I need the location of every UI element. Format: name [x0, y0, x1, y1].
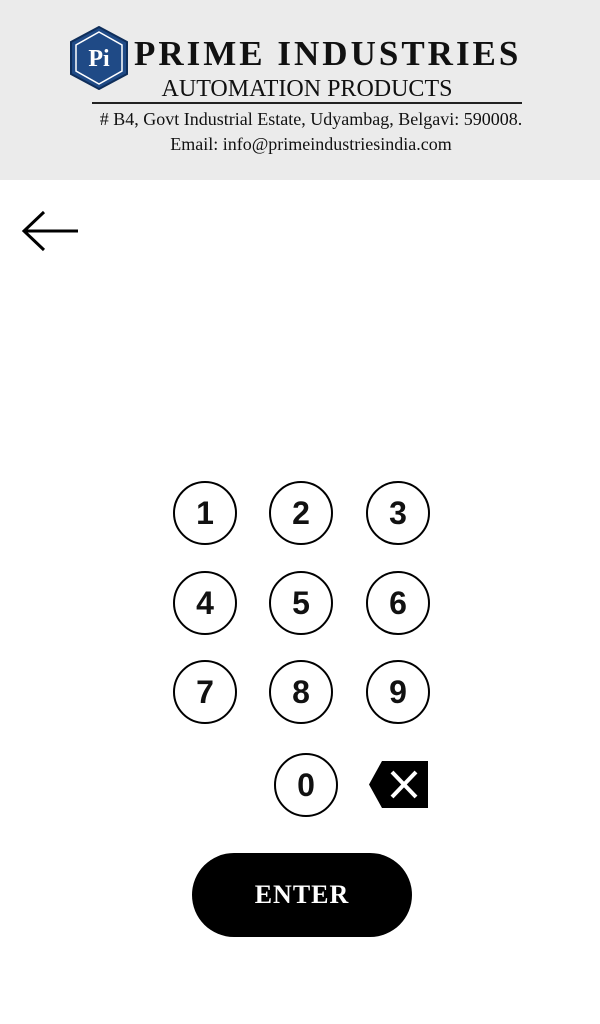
key-7[interactable]: 7	[173, 660, 237, 724]
backspace-icon	[369, 761, 428, 808]
back-button[interactable]	[20, 206, 82, 256]
company-name: PRIME INDUSTRIES	[134, 34, 522, 73]
key-9[interactable]: 9	[366, 660, 430, 724]
backspace-button[interactable]	[368, 760, 430, 810]
arrow-left-icon	[21, 210, 78, 252]
company-address: # B4, Govt Industrial Estate, Udyambag, …	[99, 109, 523, 129]
enter-button[interactable]: ENTER	[192, 853, 412, 937]
key-6[interactable]: 6	[366, 571, 430, 635]
key-5[interactable]: 5	[269, 571, 333, 635]
key-8[interactable]: 8	[269, 660, 333, 724]
key-1[interactable]: 1	[173, 481, 237, 545]
logo-text: Pi	[88, 46, 110, 72]
app-header: Pi PRIME INDUSTRIES AUTOMATION PRODUCTS …	[0, 0, 600, 180]
key-2[interactable]: 2	[269, 481, 333, 545]
company-tagline: AUTOMATION PRODUCTS	[161, 76, 453, 102]
key-4[interactable]: 4	[173, 571, 237, 635]
header-divider	[92, 102, 522, 104]
key-3[interactable]: 3	[366, 481, 430, 545]
company-email: Email: info@primeindustriesindia.com	[170, 134, 452, 154]
key-0[interactable]: 0	[274, 753, 338, 817]
